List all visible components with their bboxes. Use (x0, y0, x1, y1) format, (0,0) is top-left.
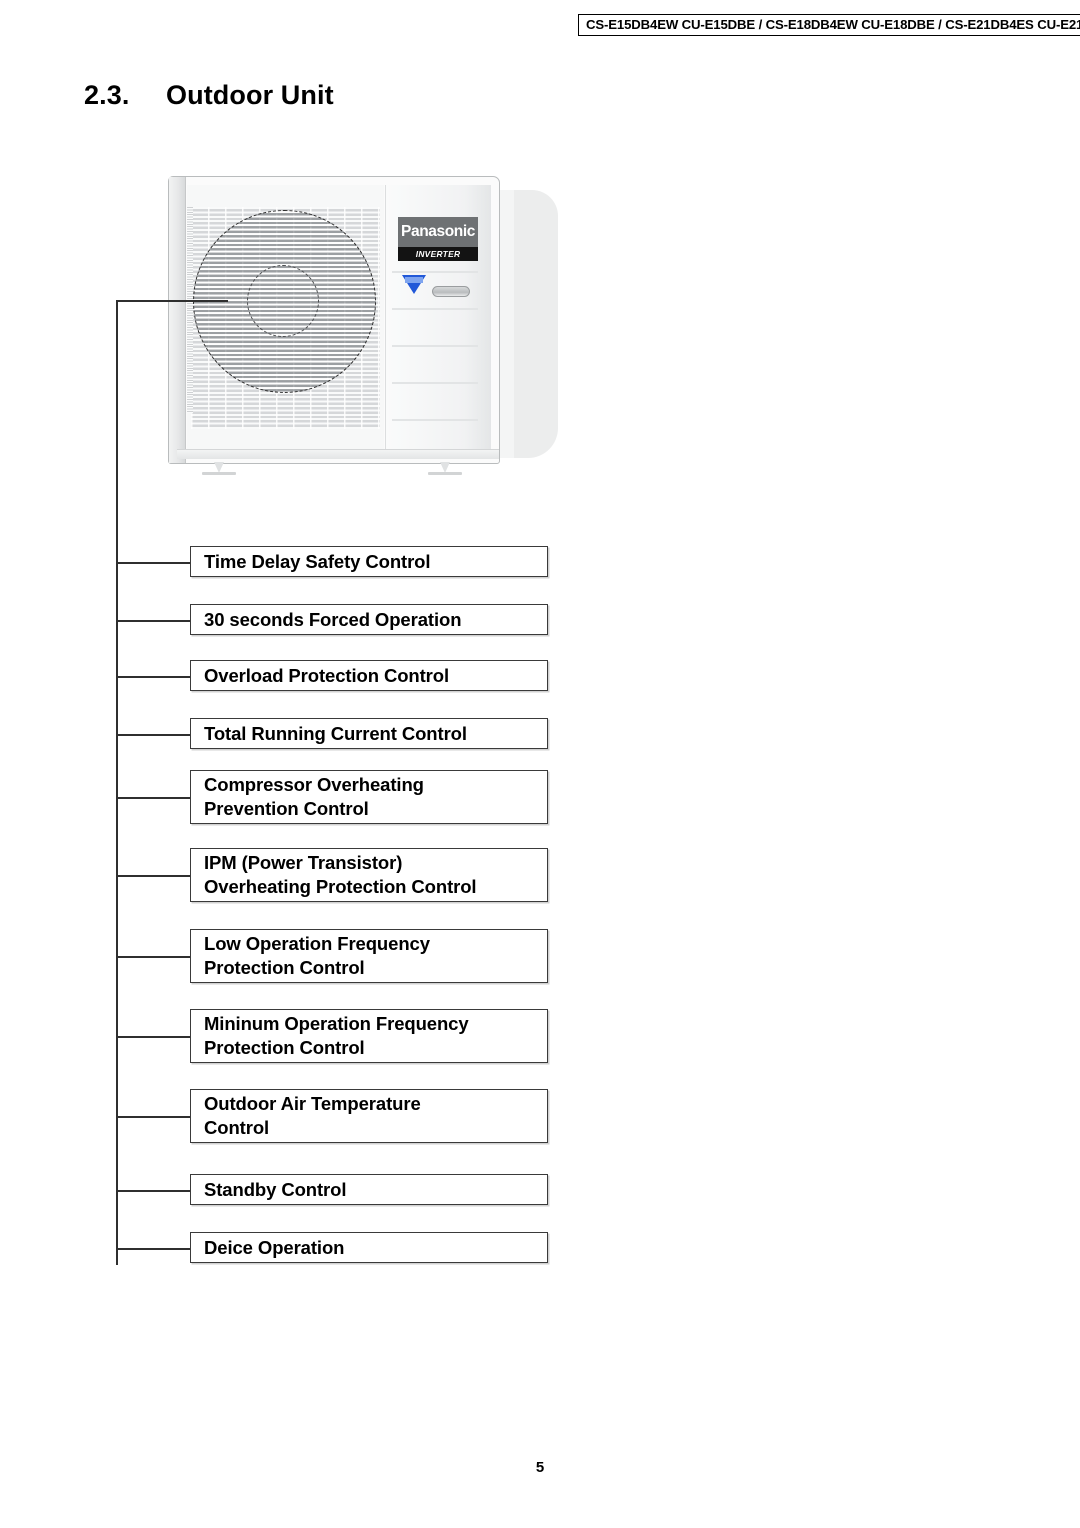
control-node-label: Control (204, 1117, 270, 1138)
control-node-label: Mininum Operation Frequency (204, 1013, 469, 1034)
brand-label: Panasonic (401, 223, 475, 241)
control-node-box: Outdoor Air Temperature Control (190, 1089, 548, 1143)
control-node-label: Prevention Control (204, 798, 369, 819)
control-node-label: Total Running Current Control (204, 722, 467, 744)
control-node-label: Deice Operation (204, 1236, 345, 1258)
inverter-label: INVERTER (415, 248, 461, 259)
inverter-badge: INVERTER (398, 247, 478, 261)
control-node-box: 30 seconds Forced Operation (190, 604, 548, 635)
panel-handle (432, 286, 470, 297)
control-node-box: Overload Protection Control (190, 660, 548, 691)
control-node-box: Standby Control (190, 1174, 548, 1205)
control-node-box: Total Running Current Control (190, 718, 548, 749)
tree-branch-connector (116, 1116, 192, 1118)
control-node-box: Compressor Overheating Prevention Control (190, 770, 548, 824)
control-node-box: Time Delay Safety Control (190, 546, 548, 577)
tree-branch-connector (116, 956, 192, 958)
tree-branch-connector (116, 1189, 192, 1192)
control-node-box: Low Operation Frequency Protection Contro… (190, 929, 548, 983)
control-node-box: Mininum Operation Frequency Protection Co… (190, 1009, 548, 1063)
panel-seam-line (392, 271, 478, 273)
control-node-label: Protection Control (204, 1037, 365, 1058)
eco-triangle-icon (402, 275, 426, 294)
tree-branch-connector (116, 619, 192, 622)
control-node-label: Overheating Protection Control (204, 876, 477, 897)
page-number: 5 (535, 1459, 545, 1476)
control-node-label: IPM (Power Transistor) (204, 852, 403, 873)
tree-branch-connector (116, 561, 192, 564)
panasonic-logo: Panasonic (398, 217, 478, 247)
control-node-label: Low Operation Frequency (204, 933, 430, 954)
page-title: 2.3. Outdoor Unit (84, 80, 334, 111)
model-number-bar: CS-E15DB4EW CU-E15DBE / CS-E18DB4EW CU-E… (578, 14, 1080, 37)
tree-branch-connector (116, 875, 192, 877)
section-number: 2.3. (84, 80, 130, 110)
control-function-tree: Time Delay Safety Control 30 seconds Forc… (116, 300, 556, 1265)
control-node-label: Protection Control (204, 957, 365, 978)
tree-branch-connector (116, 1036, 192, 1038)
control-node-label: Outdoor Air Temperature (204, 1093, 421, 1114)
section-title: Outdoor Unit (166, 80, 334, 110)
tree-branch-connector (116, 733, 192, 736)
control-node-label: Overload Protection Control (204, 664, 450, 686)
tree-branch-connector (116, 1247, 192, 1250)
control-node-box: IPM (Power Transistor) Overheating Protec… (190, 848, 548, 902)
control-node-box: Deice Operation (190, 1232, 548, 1263)
tree-branch-connector (116, 675, 192, 678)
control-node-label: Standby Control (204, 1178, 347, 1200)
tree-trunk-line (116, 300, 118, 1265)
tree-top-connector (116, 300, 228, 302)
control-node-label: 30 seconds Forced Operation (204, 608, 462, 630)
control-node-label: Time Delay Safety Control (204, 550, 431, 572)
tree-branch-connector (116, 797, 192, 799)
control-node-label: Compressor Overheating (204, 774, 424, 795)
